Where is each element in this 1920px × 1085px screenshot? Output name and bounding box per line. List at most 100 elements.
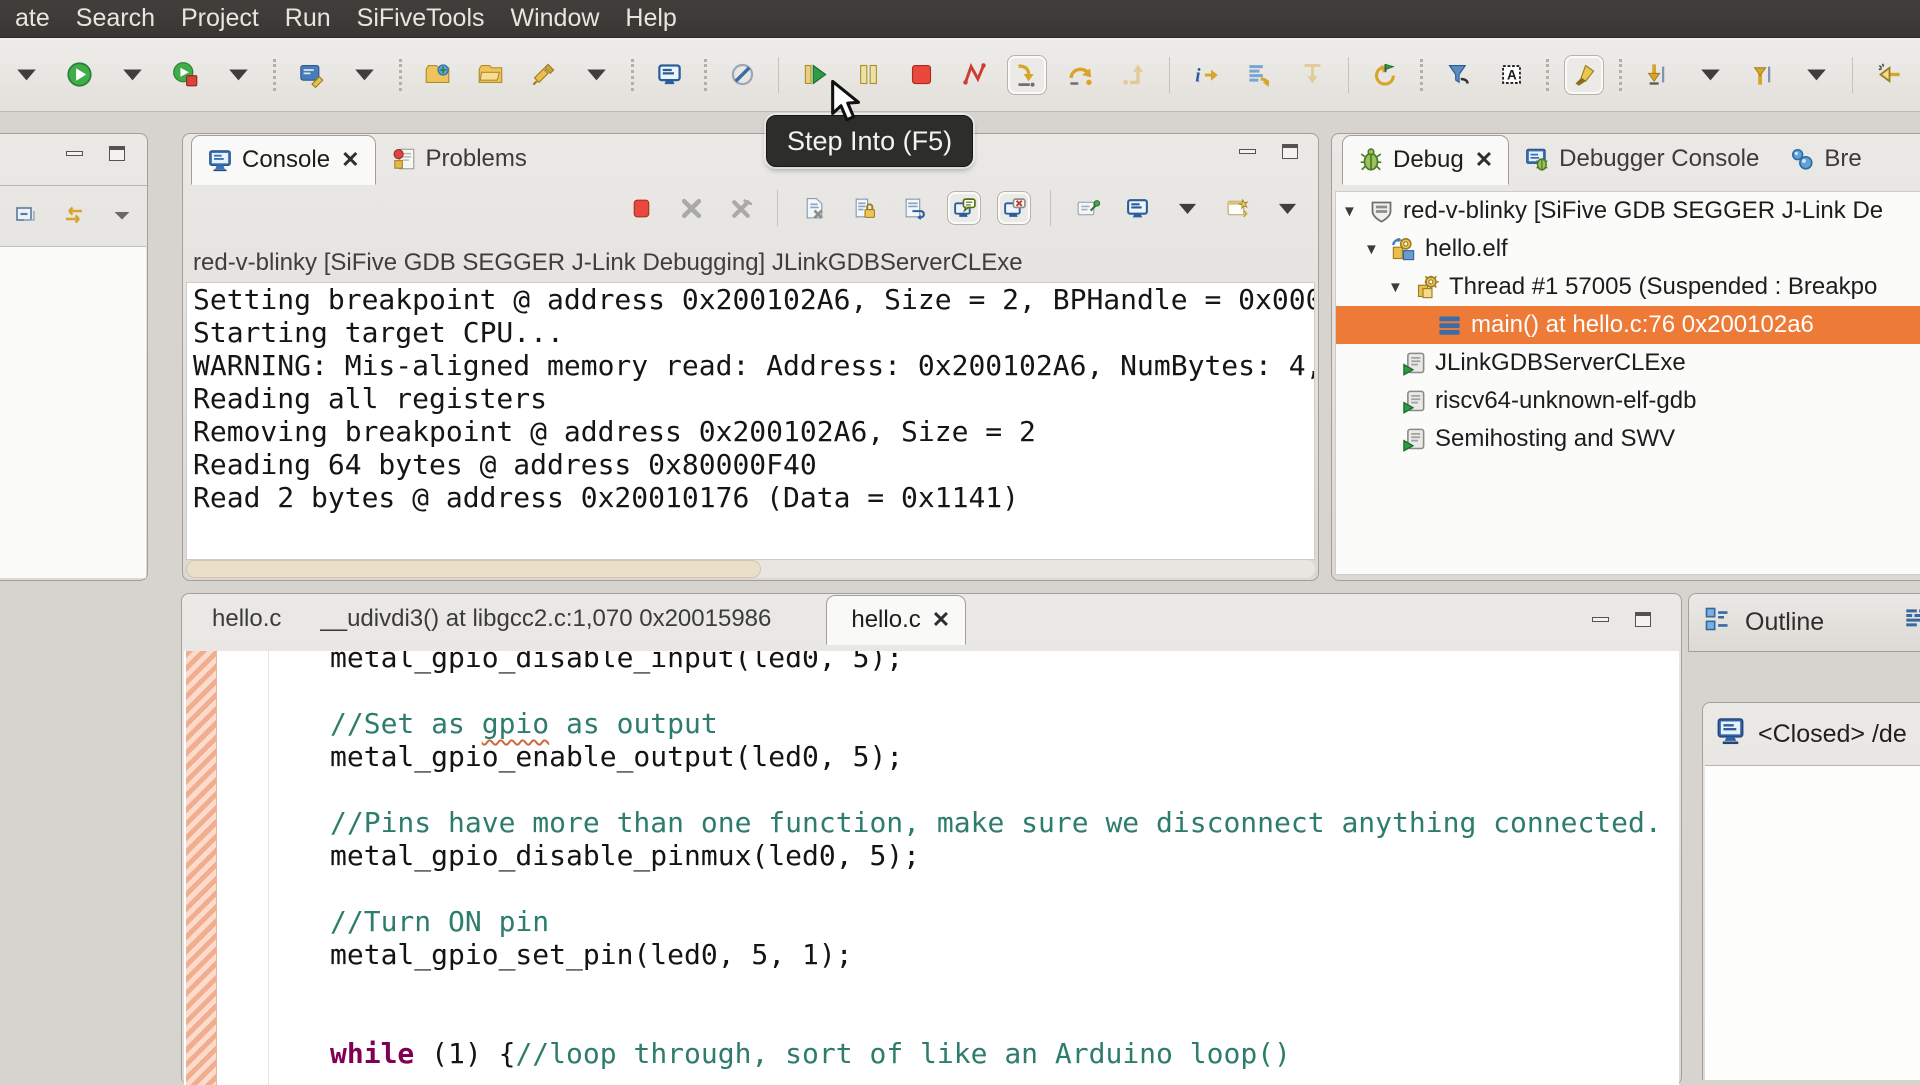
tree-row-label: Thread #1 57005 (Suspended : Breakpo <box>1449 273 1878 300</box>
expand-arrow-icon[interactable]: ▼ <box>1388 279 1406 296</box>
open-console-button[interactable] <box>1220 191 1254 225</box>
expand-arrow-icon[interactable]: ▼ <box>1364 241 1382 258</box>
debug-tree-row[interactable]: JLinkGDBServerCLExe <box>1336 344 1920 382</box>
editor-tabrow: hello.c __udivdi3() at libgcc2.c:1,070 0x… <box>182 594 1681 645</box>
step-into-button[interactable] <box>1007 54 1047 95</box>
console-tab-console[interactable]: Console ✕ <box>191 135 376 185</box>
previous-annotation-button[interactable] <box>1743 55 1783 95</box>
debug-tree-row[interactable]: ▼ red-v-blinky [SiFive GDB SEGGER J-Link … <box>1336 192 1920 230</box>
import-folder-button[interactable] <box>417 55 457 95</box>
console-output[interactable]: Setting breakpoint @ address 0x200102A6,… <box>186 282 1315 560</box>
dropdown-button[interactable] <box>1270 191 1304 225</box>
editor-tab--udivdi3-at-libgcc2-c-1-070-0x20015986[interactable]: __udivdi3() at libgcc2.c:1,070 0x2001598… <box>296 594 786 644</box>
project-explorer-content[interactable] <box>0 246 146 578</box>
console-view-button[interactable] <box>649 55 689 95</box>
code-token: //loop through, sort of like an Arduino … <box>515 1037 1291 1070</box>
close-icon[interactable]: ✕ <box>932 607 950 633</box>
dropdown-button[interactable] <box>6 55 46 95</box>
word-wrap-button[interactable] <box>897 191 931 225</box>
code-editor[interactable]: metal_gpio_disable_input(led0, 5); //Set… <box>184 651 1679 1085</box>
pin-console-button[interactable] <box>1070 191 1104 225</box>
minimize-button[interactable] <box>66 151 83 156</box>
menu-search[interactable]: Search <box>63 0 168 38</box>
dropdown-button[interactable] <box>576 55 616 95</box>
debug-tree-row[interactable]: main() at hello.c:76 0x200102a6 <box>1336 306 1920 344</box>
menu-sifivetools[interactable]: SiFiveTools <box>344 0 498 38</box>
debug-tree-row[interactable]: riscv64-unknown-elf-gdb <box>1336 382 1920 420</box>
debug-tab-debug[interactable]: Debug ✕ <box>1342 135 1510 185</box>
terminal-tab[interactable]: <Closed> /de <box>1703 703 1920 765</box>
editor-tab-hello-c[interactable]: hello.c <box>188 594 296 644</box>
editor-tab-hello-c[interactable]: hello.c ✕ <box>826 595 967 645</box>
show-on-stderr-button[interactable] <box>997 191 1031 225</box>
stacked-view-icon[interactable] <box>1904 605 1920 640</box>
toolbar-separator <box>1546 58 1549 91</box>
dropdown-button[interactable] <box>112 55 152 95</box>
flashlight-button[interactable] <box>523 55 563 95</box>
debug-tree-row[interactable]: Semihosting and SWV <box>1336 420 1920 458</box>
remove-all-launches-button[interactable] <box>724 191 758 225</box>
console-tab-problems[interactable]: Problems <box>376 134 542 184</box>
console-view-icon <box>656 61 683 88</box>
memory-button[interactable]: A <box>1491 55 1531 95</box>
tab-label: Console <box>242 146 331 173</box>
menu-window[interactable]: Window <box>498 0 613 38</box>
skip-all-breakpoints-button[interactable] <box>722 55 762 95</box>
dropdown-button[interactable] <box>1796 55 1836 95</box>
remove-launch-button[interactable] <box>674 191 708 225</box>
disconnect-button[interactable] <box>954 55 994 95</box>
clear-console-button[interactable] <box>797 191 831 225</box>
link-with-editor-button[interactable] <box>59 200 89 230</box>
debug-tab-debugger-console[interactable]: Debugger Console <box>1509 134 1774 184</box>
stop-button[interactable] <box>901 55 941 95</box>
menu-run[interactable]: Run <box>272 0 344 38</box>
step-over-button[interactable] <box>1060 55 1100 95</box>
menu-project[interactable]: Project <box>168 0 272 38</box>
scroll-lock-button[interactable] <box>847 191 881 225</box>
format-brush-button[interactable] <box>1564 54 1604 95</box>
toolbar-separator <box>399 58 402 91</box>
show-on-stdout-button[interactable] <box>947 191 981 225</box>
maximize-button[interactable] <box>1282 144 1298 159</box>
instruction-list-icon <box>1246 61 1273 88</box>
terminate-red-button[interactable] <box>624 191 658 225</box>
close-icon[interactable]: ✕ <box>341 147 359 173</box>
remove-launch-icon <box>679 196 704 221</box>
outline-panel-header[interactable]: Outline <box>1688 593 1920 652</box>
debug-tree-row[interactable]: ▼ Thread #1 57005 (Suspended : Breakpo <box>1336 268 1920 306</box>
new-wizard-button[interactable] <box>291 55 331 95</box>
dropdown-button[interactable] <box>218 55 258 95</box>
console-hscrollbar-thumb[interactable] <box>186 560 761 578</box>
next-annotation-button[interactable] <box>1637 55 1677 95</box>
minimize-button[interactable] <box>1592 617 1609 622</box>
dropdown-button[interactable] <box>1690 55 1730 95</box>
display-console-button[interactable] <box>1120 191 1154 225</box>
step-filters-button[interactable] <box>1438 55 1478 95</box>
debug-tab-bre[interactable]: Bre <box>1774 134 1876 184</box>
collapse-all-button[interactable] <box>11 200 41 230</box>
terminate-relaunch-icon <box>172 61 199 88</box>
menu-ate[interactable]: ate <box>2 0 63 38</box>
menu-help[interactable]: Help <box>612 0 689 38</box>
close-icon[interactable]: ✕ <box>1475 147 1493 173</box>
view-menu-dropdown-button[interactable] <box>107 200 137 230</box>
drop-to-frame-button[interactable] <box>1292 55 1332 95</box>
instruction-stepping-button[interactable]: i <box>1186 55 1226 95</box>
instruction-list-button[interactable] <box>1239 55 1279 95</box>
last-edit-location-button[interactable] <box>1869 55 1909 95</box>
expand-arrow-icon[interactable]: ▼ <box>1342 203 1360 220</box>
tab-label: Debug <box>1393 146 1464 173</box>
terminate-relaunch-button[interactable] <box>165 55 205 95</box>
minimize-button[interactable] <box>1239 149 1256 154</box>
debug-tree[interactable]: ▼ red-v-blinky [SiFive GDB SEGGER J-Link … <box>1335 191 1920 575</box>
run-button[interactable] <box>59 55 99 95</box>
terminal-content[interactable] <box>1705 765 1920 1080</box>
debug-tree-row[interactable]: ▼ hello.elf <box>1336 230 1920 268</box>
dropdown-button[interactable] <box>1170 191 1204 225</box>
open-folder-button[interactable] <box>470 55 510 95</box>
dropdown-button[interactable] <box>344 55 384 95</box>
step-return-button[interactable] <box>1113 55 1153 95</box>
maximize-button[interactable] <box>109 146 125 161</box>
maximize-button[interactable] <box>1635 612 1651 627</box>
restart-button[interactable] <box>1365 55 1405 95</box>
